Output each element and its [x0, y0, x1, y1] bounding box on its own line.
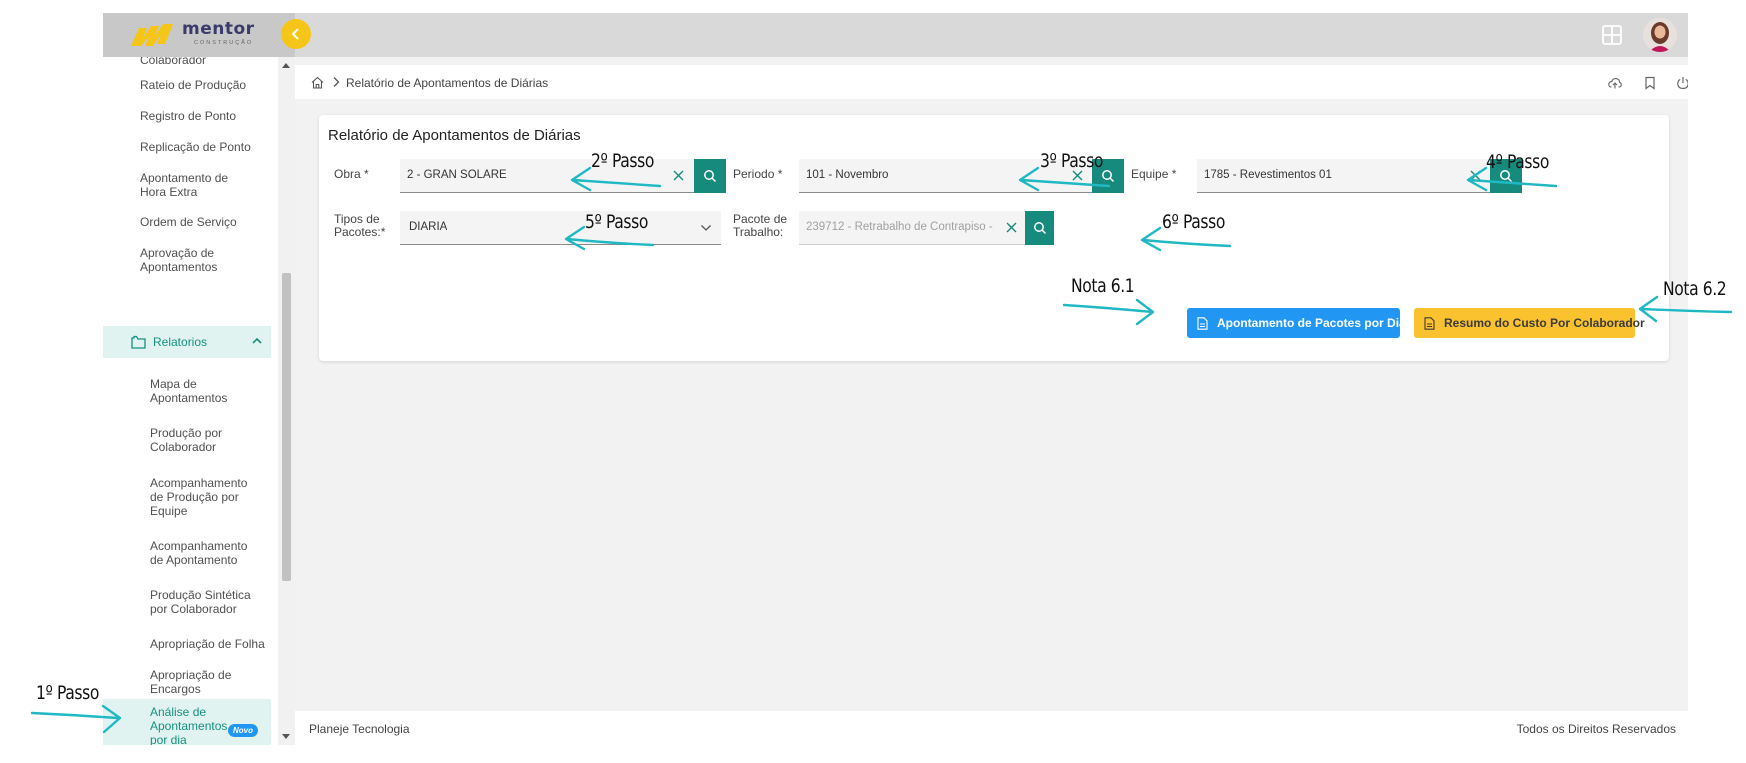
resumo-button-label: Resumo do Custo Por Colaborador — [1444, 316, 1645, 330]
equipe-field[interactable]: 1785 - Revestimentos 01 — [1197, 159, 1490, 193]
brand-subtitle: CONSTRUÇÃO — [194, 40, 254, 46]
cloud-upload-icon[interactable] — [1608, 76, 1622, 90]
sidebar-scrollbar[interactable] — [278, 57, 295, 745]
annotation-passo-2: 2º Passo — [591, 150, 654, 172]
tipos-label-line2: Pacotes:* — [334, 225, 386, 239]
chevron-left-icon — [291, 28, 299, 40]
annotation-nota-6-2: Nota 6.2 — [1663, 278, 1727, 300]
sidebar-item-producao-colaborador[interactable]: Produção por Colaborador — [150, 426, 240, 454]
breadcrumb: Relatório de Apontamentos de Diárias — [295, 65, 1688, 99]
resumo-custo-button[interactable]: Resumo do Custo Por Colaborador — [1414, 308, 1645, 338]
annotation-passo-5: 5º Passo — [585, 211, 648, 233]
clear-icon[interactable] — [1469, 169, 1482, 182]
sidebar-item-rateio-producao[interactable]: Rateio de Produção — [140, 78, 280, 92]
sidebar-group-label: Relatorios — [153, 335, 208, 349]
chevron-right-icon — [333, 77, 340, 87]
sidebar-item-hora-extra[interactable]: Apontamento de Hora Extra — [140, 171, 255, 199]
brand-logo[interactable]: mentor CONSTRUÇÃO — [103, 13, 295, 57]
annotation-passo-6: 6º Passo — [1162, 211, 1225, 233]
annotation-passo-4: 4º Passo — [1486, 151, 1549, 173]
report-form-card: Relatório de Apontamentos de Diárias Obr… — [319, 115, 1669, 361]
periodo-value: 101 - Novembro — [806, 169, 889, 181]
scroll-thumb[interactable] — [282, 273, 291, 581]
periodo-label: Periodo * — [733, 167, 783, 181]
annotation-passo-1: 1º Passo — [36, 682, 99, 704]
obra-search-button[interactable] — [694, 159, 726, 193]
bookmark-icon[interactable] — [1643, 76, 1657, 90]
folder-icon — [131, 335, 146, 349]
footer: Planeje Tecnologia Todos os Direitos Res… — [295, 711, 1688, 745]
sidebar-item-ordem-servico[interactable]: Ordem de Serviço — [140, 215, 280, 229]
sidebar-item-replicacao-ponto[interactable]: Replicação de Ponto — [140, 140, 280, 154]
sidebar-item-analise-apontamentos[interactable]: Análise de Apontamentos por dia Novo — [103, 699, 271, 745]
sidebar-item-apropriacao-encargos[interactable]: Apropriação de Encargos — [150, 668, 240, 696]
pacotes-por-dia-button[interactable]: Apontamento de Pacotes por Dia — [1187, 308, 1406, 338]
equipe-value: 1785 - Revestimentos 01 — [1204, 169, 1332, 181]
page-title: Relatório de Apontamentos de Diárias — [328, 127, 581, 144]
pacote-trabalho-field[interactable]: 239712 - Retrabalho de Contrapiso - P — [799, 211, 1025, 245]
sidebar-item-aprovacao[interactable]: Aprovação de Apontamentos — [140, 246, 235, 274]
home-icon[interactable] — [311, 76, 324, 89]
scroll-down-arrow-icon[interactable] — [282, 734, 290, 739]
scroll-up-arrow-icon[interactable] — [282, 63, 290, 68]
sidebar-item-apropriacao-folha[interactable]: Apropriação de Folha — [150, 637, 280, 651]
document-icon — [1197, 317, 1208, 330]
sidebar: Colaborador Rateio de Produção Registro … — [103, 57, 295, 745]
search-icon — [1034, 222, 1047, 235]
sidebar-collapse-button[interactable] — [281, 19, 311, 49]
document-icon — [1424, 317, 1435, 330]
tipos-pacotes-select[interactable]: DIARIA — [400, 211, 721, 245]
tipos-value: DIARIA — [409, 221, 448, 233]
logo-mark-icon — [131, 24, 173, 46]
chevron-up-icon — [252, 337, 262, 344]
brand-name: mentor — [182, 19, 255, 39]
screenshot-stage: mentor CONSTRUÇÃO Colaborador Rateio de … — [0, 0, 1746, 763]
annotation-passo-3: 3º Passo — [1040, 150, 1103, 172]
footer-rights: Todos os Direitos Reservados — [1516, 722, 1676, 736]
app-window: mentor CONSTRUÇÃO Colaborador Rateio de … — [103, 13, 1688, 745]
sidebar-item-registro-ponto[interactable]: Registro de Ponto — [140, 109, 280, 123]
tipos-label-line1: Tipos de — [334, 212, 380, 226]
clear-icon[interactable] — [672, 169, 685, 182]
main-content: Relatório de Apontamentos de Diárias Rel… — [295, 57, 1688, 745]
sidebar-item-mapa-apontamentos[interactable]: Mapa de Apontamentos — [150, 377, 240, 405]
sidebar-item-colaborador[interactable]: Colaborador — [140, 57, 280, 67]
pacote-value: 239712 - Retrabalho de Contrapiso - P — [806, 221, 994, 233]
obra-value: 2 - GRAN SOLARE — [407, 169, 507, 181]
pacote-search-button[interactable] — [1025, 211, 1054, 245]
chevron-down-icon — [701, 225, 711, 231]
obra-label: Obra * — [334, 167, 369, 181]
footer-company: Planeje Tecnologia — [309, 722, 410, 736]
sidebar-item-acompanhamento-apontamento[interactable]: Acompanhamento de Apontamento — [150, 539, 255, 567]
sidebar-item-label: Análise de Apontamentos por dia — [150, 705, 228, 745]
pacote-label-line1: Pacote de — [733, 212, 788, 226]
search-icon — [1102, 170, 1115, 183]
breadcrumb-current: Relatório de Apontamentos de Diárias — [346, 76, 549, 90]
user-avatar[interactable] — [1643, 18, 1677, 52]
sidebar-group-relatorios[interactable]: Relatorios — [103, 326, 271, 358]
avatar-icon — [1643, 18, 1677, 52]
equipe-label: Equipe * — [1131, 167, 1177, 181]
new-badge: Novo — [228, 724, 258, 737]
sidebar-item-producao-sintetica[interactable]: Produção Sintética por Colaborador — [150, 588, 255, 616]
search-icon — [704, 170, 717, 183]
annotation-nota-6-1: Nota 6.1 — [1071, 275, 1135, 297]
sidebar-item-acompanhamento-producao[interactable]: Acompanhamento de Produção por Equipe — [150, 476, 255, 518]
power-icon[interactable] — [1676, 76, 1688, 90]
grid-icon[interactable] — [1601, 24, 1623, 46]
top-header: mentor CONSTRUÇÃO — [103, 13, 1688, 57]
pacote-label-line2: Trabalho: — [733, 225, 784, 239]
clear-icon[interactable] — [1005, 221, 1018, 234]
pacotes-button-label: Apontamento de Pacotes por Dia — [1217, 316, 1406, 330]
